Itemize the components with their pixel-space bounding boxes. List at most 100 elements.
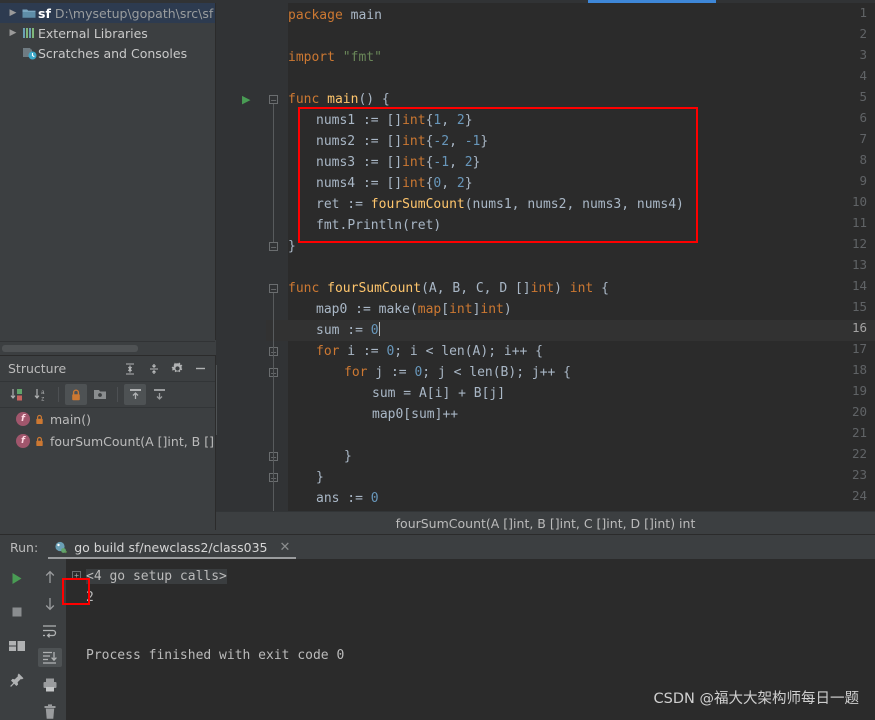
chevron-right-icon[interactable]: ▶ <box>6 8 20 18</box>
editor-breadcrumb[interactable]: fourSumCount(A []int, B []int, C []int, … <box>216 511 875 534</box>
down-arrow-icon[interactable] <box>38 594 62 613</box>
up-arrow-icon[interactable] <box>38 567 62 586</box>
code-line[interactable]: nums2 := []int{-2, -1} <box>316 131 488 152</box>
line-number: 18 <box>851 362 867 377</box>
code-line[interactable]: ans := 0 <box>316 488 379 509</box>
code-token: -2 <box>433 134 450 149</box>
structure-item-foursumcount-label: fourSumCount(A []int, B []i <box>50 433 215 449</box>
run-gutter-icon[interactable]: ▶ <box>242 93 250 106</box>
code-token: (ret) <box>402 218 442 233</box>
code-line[interactable]: package main <box>288 5 382 26</box>
structure-item-foursumcount[interactable]: f fourSumCount(A []int, B []i <box>0 430 215 452</box>
code-token: ( <box>409 302 418 317</box>
code-token: (A, B, C, D [] <box>421 281 531 296</box>
code-line[interactable]: } <box>288 236 296 257</box>
code-line[interactable]: sum = A[i] + B[j] <box>372 383 505 404</box>
console-collapsed-frames[interactable]: <4 go setup calls> <box>86 569 227 584</box>
collapse-tree-icon[interactable] <box>148 384 170 405</box>
collapse-all-icon[interactable] <box>147 362 161 376</box>
scroll-to-end-icon[interactable] <box>37 648 62 667</box>
code-token: 2 <box>456 176 465 191</box>
layout-icon[interactable] <box>5 635 29 657</box>
svg-text:z: z <box>41 395 45 402</box>
code-token: int <box>480 302 504 317</box>
pin-icon[interactable] <box>5 669 29 691</box>
show-non-public-icon[interactable] <box>65 384 87 405</box>
run-tab-title: go build sf/newclass2/class035 <box>74 539 268 555</box>
line-number: 14 <box>851 278 867 293</box>
chevron-right-icon[interactable]: ▶ <box>6 28 20 38</box>
line-number: 20 <box>851 404 867 419</box>
code-token: int <box>402 155 426 170</box>
run-panel-label: Run: <box>10 539 39 555</box>
code-token: , <box>449 134 465 149</box>
code-line[interactable]: sum := 0 <box>316 320 380 341</box>
trash-icon[interactable] <box>38 702 62 720</box>
soft-wrap-icon[interactable] <box>38 621 62 640</box>
code-token: len <box>441 344 465 359</box>
line-number: 12 <box>851 236 867 251</box>
tree-item-external-libraries[interactable]: ▶ External Libraries <box>0 23 215 43</box>
structure-item-main[interactable]: f main() <box>0 408 215 430</box>
close-icon[interactable]: ✕ <box>280 540 291 555</box>
line-number: 9 <box>859 173 867 188</box>
line-number: 15 <box>851 299 867 314</box>
code-token: i := <box>339 344 387 359</box>
code-line[interactable]: map0[sum]++ <box>372 404 458 425</box>
code-token: int <box>449 302 473 317</box>
stop-icon[interactable] <box>5 601 29 623</box>
code-token: [ <box>441 302 450 317</box>
code-token: } <box>472 155 481 170</box>
tree-item-sf[interactable]: ▶ sf D:\mysetup\gopath\src\sf <box>0 3 215 23</box>
code-editor[interactable]: 1 package main 2 3 import "fmt" 4 5 ▶ func main(… <box>216 3 875 534</box>
tree-item-scratches-and-consoles[interactable]: ▶ Scratches and Consoles <box>0 43 215 63</box>
tree-item-sf-label: sf D:\mysetup\gopath\src\sf <box>38 6 213 21</box>
code-token: -1 <box>433 155 450 170</box>
code-line[interactable]: fmt.Println(ret) <box>316 215 441 236</box>
code-line[interactable]: func fourSumCount(A, B, C, D []int) int … <box>288 278 609 299</box>
code-line[interactable]: for i := 0; i < len(A); i++ { <box>316 341 543 362</box>
expand-all-icon[interactable] <box>123 362 137 376</box>
code-line[interactable]: import "fmt" <box>288 47 382 68</box>
run-tab[interactable]: go build sf/newclass2/class035 ✕ <box>48 535 297 559</box>
editor-gutter[interactable] <box>216 3 266 534</box>
fold-toggle-icon[interactable]: − <box>269 242 278 252</box>
code-token: func <box>288 281 320 296</box>
code-line[interactable]: } <box>316 467 324 488</box>
code-token: ) <box>554 281 570 296</box>
code-token: "fmt" <box>342 50 382 65</box>
toolbar-separator <box>117 387 118 402</box>
ide-window: ▶ sf D:\mysetup\gopath\src\sf ▶ External… <box>0 0 875 720</box>
minimize-icon[interactable] <box>194 362 207 375</box>
code-line[interactable]: nums1 := []int{1, 2} <box>316 110 473 131</box>
code-line[interactable]: nums3 := []int{-1, 2} <box>316 152 480 173</box>
project-tree-panel[interactable]: ▶ sf D:\mysetup\gopath\src\sf ▶ External… <box>0 3 216 340</box>
code-line[interactable]: map0 := make(map[int]int) <box>316 299 512 320</box>
code-token: fourSumCount <box>370 197 465 212</box>
code-token: } <box>464 176 473 191</box>
sort-by-visibility-icon[interactable] <box>6 384 28 405</box>
rerun-icon[interactable] <box>5 567 29 589</box>
library-icon <box>20 27 38 39</box>
toolbar-separator <box>58 387 59 402</box>
sort-alphabetically-icon[interactable]: az <box>30 384 52 405</box>
code-token: { <box>593 281 609 296</box>
gear-icon[interactable] <box>171 362 184 375</box>
code-token: int <box>402 176 426 191</box>
group-by-file-icon[interactable] <box>89 384 111 405</box>
print-icon[interactable] <box>38 675 62 694</box>
line-number: 7 <box>859 131 867 146</box>
fold-toggle-icon[interactable]: − <box>269 95 278 105</box>
code-line[interactable]: for j := 0; j < len(B); j++ { <box>344 362 571 383</box>
code-line[interactable]: func main() { <box>288 89 390 110</box>
code-line[interactable]: } <box>344 446 352 467</box>
code-line[interactable]: ret := fourSumCount(nums1, nums2, nums3,… <box>316 194 684 215</box>
project-tree-hscrollbar[interactable] <box>0 341 215 354</box>
fold-toggle-icon[interactable]: − <box>269 284 278 294</box>
line-number: 10 <box>851 194 867 209</box>
code-line[interactable]: nums4 := []int{0, 2} <box>316 173 473 194</box>
expand-tree-icon[interactable] <box>124 384 146 405</box>
project-tree-hscrollbar-thumb[interactable] <box>2 345 138 352</box>
code-token: for <box>316 344 340 359</box>
